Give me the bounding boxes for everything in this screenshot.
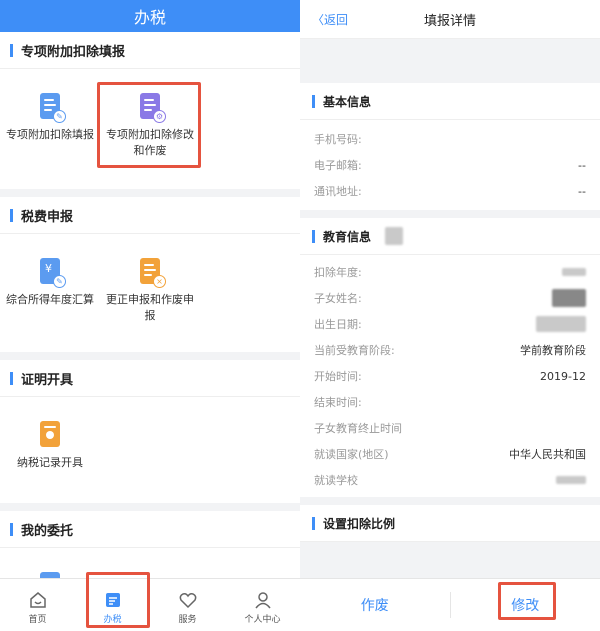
section-marker xyxy=(312,94,315,108)
nav-bar: 〈返回 填报详情 xyxy=(300,0,600,39)
tax-panel: 办税 专项附加扣除填报 ✎ 专项附加扣除填报 ⚙ 专项附加扣除修改和作废 税费申… xyxy=(0,0,300,631)
info-row: 扣除年度: xyxy=(300,259,600,285)
yuan-doc-icon: ¥ ✎ xyxy=(40,258,66,288)
highlight-box-modify-tile xyxy=(97,82,201,168)
section-marker xyxy=(312,516,315,530)
section-title: 设置扣除比例 xyxy=(323,516,396,531)
info-row: 手机号码: xyxy=(314,133,362,146)
tax-record-tile[interactable]: 纳税记录开具 xyxy=(0,407,100,493)
section-title: 基本信息 xyxy=(323,94,372,109)
person-icon xyxy=(254,592,271,609)
section-title: 税费申报 xyxy=(21,209,74,225)
tile-label: 纳税记录开具 xyxy=(17,456,83,469)
bottom-tab-bar: 首页 办税 服务 个人中心 xyxy=(0,578,300,631)
tab-home[interactable]: 首页 xyxy=(0,579,75,631)
section-marker xyxy=(10,208,13,222)
basic-info-section: 基本信息 手机号码: 电子邮箱: -- 通讯地址: -- xyxy=(300,83,600,210)
tile-label: 更正申报和作废申报 xyxy=(106,293,194,322)
section-title: 专项附加扣除填报 xyxy=(21,44,126,60)
highlight-box-modify-button xyxy=(498,582,556,620)
info-row: 开始时间: 2019-12 xyxy=(314,369,586,384)
header-title: 办税 xyxy=(0,0,300,32)
section-marker xyxy=(10,522,13,536)
section-marker xyxy=(312,229,315,243)
info-row: 电子邮箱: -- xyxy=(314,158,586,173)
tab-label: 服务 xyxy=(178,615,197,625)
section-title: 证明开具 xyxy=(21,372,74,388)
cancel-doc-icon: × xyxy=(140,258,166,288)
section-title: 我的委托 xyxy=(21,523,74,539)
section-marker xyxy=(10,43,13,57)
section-title: 教育信息 xyxy=(323,229,372,244)
info-row: 出生日期: xyxy=(300,311,600,337)
deduction-ratio-section: 设置扣除比例 xyxy=(300,505,600,542)
highlight-box-tax-tab xyxy=(86,572,150,628)
info-row: 当前受教育阶段: 学前教育阶段 xyxy=(314,344,586,357)
info-row: 就读国家(地区) 中华人民共和国 xyxy=(314,448,586,461)
tab-label: 首页 xyxy=(28,615,47,625)
info-row: 结束时间: xyxy=(314,396,362,409)
section-certificate: 证明开具 纳税记录开具 xyxy=(0,360,300,503)
screenshot-root: 办税 专项附加扣除填报 ✎ 专项附加扣除填报 ⚙ 专项附加扣除修改和作废 税费申… xyxy=(0,0,600,631)
pencil-doc-icon: ✎ xyxy=(40,93,66,123)
home-icon xyxy=(29,592,46,608)
detail-panel: 〈返回 填报详情 基本信息 手机号码: 电子邮箱: -- 通讯地址: -- 教育信息… xyxy=(300,0,600,631)
redacted-block xyxy=(536,316,586,332)
redacted-block xyxy=(385,227,404,245)
tab-personal-center[interactable]: 个人中心 xyxy=(225,579,300,631)
redacted-block xyxy=(556,476,586,484)
special-deduction-fill-tile[interactable]: ✎ 专项附加扣除填报 xyxy=(0,79,100,179)
section-tax-declaration: 税费申报 ¥ ✎ 综合所得年度汇算 × 更正申报和作废申报 xyxy=(0,197,300,352)
tile-label: 专项附加扣除填报 xyxy=(6,128,94,141)
tile-label: 综合所得年度汇算 xyxy=(6,293,94,306)
tab-service[interactable]: 服务 xyxy=(150,579,225,631)
tab-label: 个人中心 xyxy=(244,615,281,625)
info-row: 子女教育终止时间 xyxy=(314,422,402,435)
redacted-block xyxy=(552,289,586,307)
info-row: 子女姓名: xyxy=(300,285,600,311)
chevron-left-icon: 〈 xyxy=(312,12,325,27)
info-row: 通讯地址: -- xyxy=(314,184,586,199)
person-doc-icon xyxy=(40,421,60,447)
section-marker xyxy=(10,371,13,385)
void-button[interactable]: 作废 xyxy=(300,595,450,615)
info-row: 就读学校 xyxy=(300,467,600,493)
education-info-section: 教育信息 扣除年度: 子女姓名: 出生日期: 当前受教育阶段: 学前教育阶段 开始… xyxy=(300,218,600,497)
annual-settlement-tile[interactable]: ¥ ✎ 综合所得年度汇算 xyxy=(0,244,100,342)
service-icon xyxy=(179,593,196,609)
redacted-block xyxy=(562,268,586,276)
back-button[interactable]: 〈返回 xyxy=(312,11,348,28)
correct-void-declaration-tile[interactable]: × 更正申报和作废申报 xyxy=(100,244,200,342)
